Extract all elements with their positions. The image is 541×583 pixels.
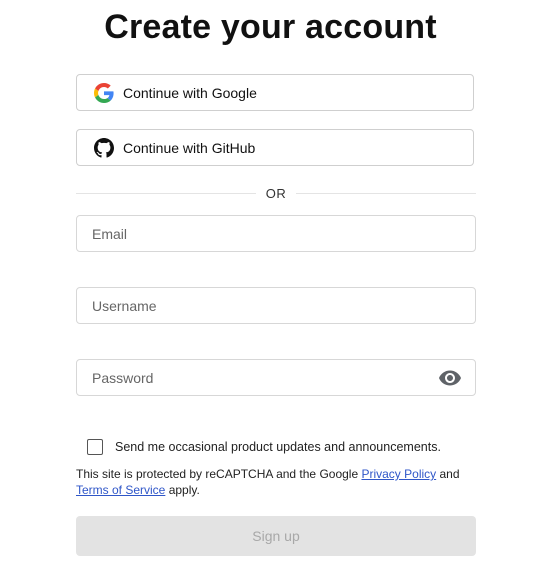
privacy-policy-link[interactable]: Privacy Policy bbox=[361, 467, 436, 481]
legal-suffix: apply. bbox=[165, 483, 200, 497]
or-divider: OR bbox=[76, 184, 476, 202]
username-field-container bbox=[76, 287, 476, 324]
divider-line-right bbox=[296, 192, 476, 194]
github-button-label: Continue with GitHub bbox=[123, 139, 256, 156]
page-title: Create your account bbox=[104, 8, 437, 46]
terms-of-service-link[interactable]: Terms of Service bbox=[76, 483, 165, 497]
updates-checkbox[interactable] bbox=[87, 439, 103, 455]
google-button-label: Continue with Google bbox=[123, 84, 257, 101]
divider-text: OR bbox=[265, 185, 287, 201]
github-icon bbox=[93, 137, 115, 159]
updates-checkbox-label[interactable]: Send me occasional product updates and a… bbox=[115, 440, 441, 454]
divider-line-left bbox=[76, 192, 256, 194]
username-input[interactable] bbox=[77, 288, 475, 323]
email-input[interactable] bbox=[77, 216, 475, 251]
updates-checkbox-row: Send me occasional product updates and a… bbox=[87, 437, 441, 457]
continue-with-google-button[interactable]: Continue with Google bbox=[76, 74, 474, 111]
password-input[interactable] bbox=[77, 360, 475, 395]
legal-middle: and bbox=[436, 467, 460, 481]
continue-with-github-button[interactable]: Continue with GitHub bbox=[76, 129, 474, 166]
eye-icon[interactable] bbox=[438, 368, 462, 388]
recaptcha-notice: This site is protected by reCAPTCHA and … bbox=[76, 466, 476, 498]
legal-prefix: This site is protected by reCAPTCHA and … bbox=[76, 467, 362, 481]
email-field-container bbox=[76, 215, 476, 252]
password-field-container bbox=[76, 359, 476, 396]
sign-up-button[interactable]: Sign up bbox=[76, 516, 476, 556]
google-icon bbox=[93, 82, 115, 104]
